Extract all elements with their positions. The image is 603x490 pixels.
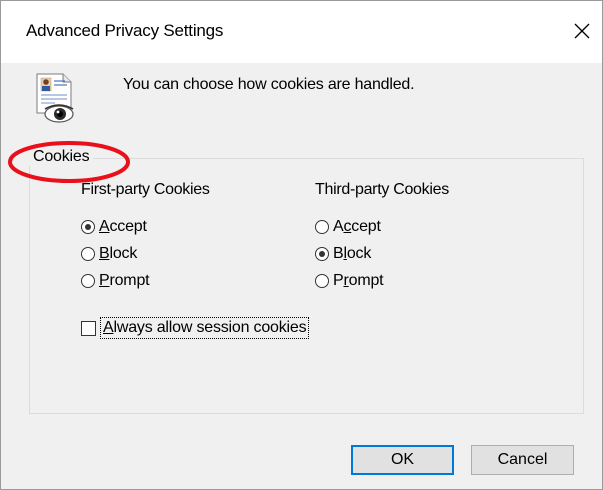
first-party-block-label: Block (99, 245, 138, 262)
third-party-prompt-radio[interactable]: Prompt (315, 269, 384, 293)
first-party-accept-radio[interactable]: Accept (81, 215, 147, 239)
intro-text: You can choose how cookies are handled. (123, 76, 415, 93)
first-party-accept-label: Accept (99, 218, 147, 235)
privacy-document-eye-icon (35, 73, 83, 123)
close-button[interactable] (562, 9, 602, 53)
close-icon (574, 23, 590, 39)
cancel-button[interactable]: Cancel (471, 445, 574, 475)
title-bar: Advanced Privacy Settings (1, 1, 602, 63)
third-party-header: Third-party Cookies (315, 181, 449, 198)
radio-button[interactable] (81, 247, 95, 261)
advanced-privacy-settings-dialog: Advanced Privacy Settings You can choose… (0, 0, 603, 490)
first-party-header: First-party Cookies (81, 181, 210, 198)
cookies-group-label: Cookies (29, 148, 94, 166)
ok-button[interactable]: OK (351, 445, 454, 475)
checkbox-box[interactable] (81, 320, 96, 336)
radio-button[interactable] (315, 220, 329, 234)
radio-button[interactable] (315, 274, 329, 288)
third-party-block-label: Block (333, 245, 372, 262)
radio-button[interactable] (315, 247, 329, 261)
always-allow-session-cookies-checkbox[interactable]: Always allow session cookies (81, 316, 310, 340)
third-party-block-radio[interactable]: Block (315, 242, 371, 266)
dialog-title: Advanced Privacy Settings (26, 21, 224, 40)
first-party-prompt-radio[interactable]: Prompt (81, 269, 150, 293)
third-party-accept-radio[interactable]: Accept (315, 215, 381, 239)
third-party-accept-label: Accept (333, 218, 381, 235)
third-party-prompt-label: Prompt (333, 272, 384, 289)
first-party-prompt-label: Prompt (99, 272, 150, 289)
first-party-block-radio[interactable]: Block (81, 242, 137, 266)
always-allow-session-cookies-label: Always allow session cookies (100, 317, 310, 339)
radio-button[interactable] (81, 220, 95, 234)
radio-button[interactable] (81, 274, 95, 288)
